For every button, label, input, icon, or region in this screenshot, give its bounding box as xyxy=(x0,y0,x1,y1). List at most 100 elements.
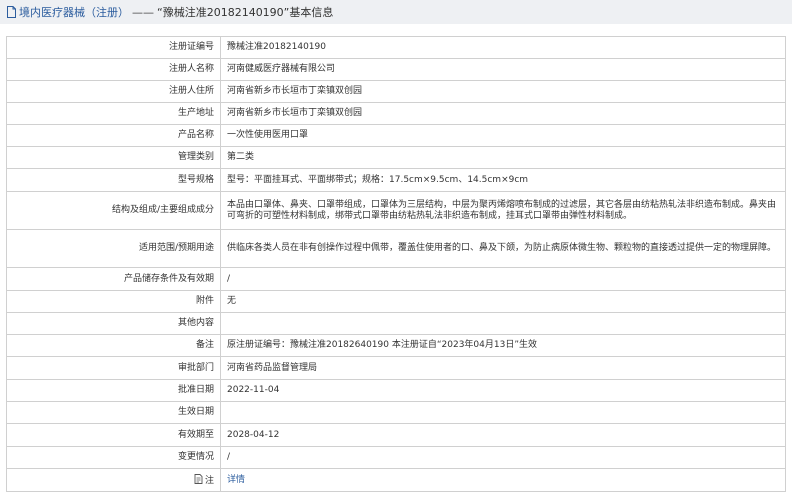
row-label: 附件 xyxy=(6,290,221,313)
row-value-text: 河南省新乡市长垣市丁栾镇双创园 xyxy=(227,86,363,96)
device-info-table: 注册证编号 豫械注准20182140190 注册人名称 河南健威医疗器械有限公司 注册人… xyxy=(6,36,786,492)
info-row-expiry-date: 有效期至 2028-04-12 xyxy=(6,423,786,447)
info-row-approval-date: 批准日期 2022-11-04 xyxy=(6,379,786,402)
row-value-text: 河南省药品监督管理局 xyxy=(227,362,318,373)
row-label: 备注 xyxy=(6,334,221,357)
info-row-storage-conditions: 产品储存条件及有效期 / xyxy=(6,267,786,291)
info-row-approval-dept: 审批部门 河南省药品监督管理局 xyxy=(6,356,786,380)
row-label: 适用范围/预期用途 xyxy=(6,229,221,268)
row-value-text: 豫械注准20182140190 xyxy=(227,42,326,52)
row-label-text: 产品储存条件及有效期 xyxy=(123,273,214,284)
row-value-text: 一次性使用医用口罩 xyxy=(227,130,309,140)
row-value-text: 2022-11-04 xyxy=(227,385,280,395)
row-value: 第二类 xyxy=(220,146,786,169)
info-row-other-content: 其他内容 xyxy=(6,312,786,335)
row-value: / xyxy=(220,446,786,469)
row-label: 产品名称 xyxy=(6,124,221,147)
row-value: 原注册证编号：豫械注准20182640190 本注册证自“2023年04月13日… xyxy=(220,334,786,357)
row-value: 河南省新乡市长垣市丁栾镇双创园 xyxy=(220,102,786,125)
row-label-text: 注 xyxy=(204,475,214,486)
row-value-text: 型号：平面挂耳式、平面绑带式；规格：17.5cm×9.5cm、14.5cm×9c… xyxy=(227,174,529,185)
row-value: 河南健威医疗器械有限公司 xyxy=(220,58,786,81)
info-row-change-status: 变更情况 / xyxy=(6,446,786,469)
document-icon xyxy=(6,6,17,18)
title-separator: —— xyxy=(132,5,154,19)
info-row-registrant-name: 注册人名称 河南健威医疗器械有限公司 xyxy=(6,58,786,81)
info-row-model-spec: 型号规格 型号：平面挂耳式、平面绑带式；规格：17.5cm×9.5cm、14.5c… xyxy=(6,168,786,192)
info-row-registrant-address: 注册人住所 河南省新乡市长垣市丁栾镇双创园 xyxy=(6,80,786,103)
info-row-reg-cert-number: 注册证编号 豫械注准20182140190 xyxy=(6,36,786,59)
info-row-structure-composition: 结构及组成/主要组成成分 本品由口罩体、鼻夹、口罩带组成，口罩体为三层结构，中层为… xyxy=(6,191,786,230)
row-label: 产品储存条件及有效期 xyxy=(6,267,221,291)
detail-link[interactable]: 详情 xyxy=(227,475,245,485)
row-label: 管理类别 xyxy=(6,146,221,169)
row-label: 批准日期 xyxy=(6,379,221,402)
row-value-text: 无 xyxy=(227,296,237,306)
row-label-text: 注册人名称 xyxy=(168,64,214,74)
row-label: 注册人住所 xyxy=(6,80,221,103)
info-row-management-class: 管理类别 第二类 xyxy=(6,146,786,169)
row-value: 豫械注准20182140190 xyxy=(220,36,786,59)
row-label-text: 生产地址 xyxy=(177,108,214,118)
row-value: / xyxy=(220,267,786,291)
row-value-text: / xyxy=(227,452,231,462)
row-label-text: 管理类别 xyxy=(177,152,214,162)
row-label: 结构及组成/主要组成成分 xyxy=(6,191,221,230)
row-value: 一次性使用医用口罩 xyxy=(220,124,786,147)
row-label-text: 注册证编号 xyxy=(168,42,214,52)
row-value: 详情 xyxy=(220,468,786,492)
row-label: 生产地址 xyxy=(6,102,221,125)
row-label-text: 产品名称 xyxy=(177,130,214,140)
row-value: 2028-04-12 xyxy=(220,423,786,447)
info-icon xyxy=(194,473,203,484)
row-value-text: 第二类 xyxy=(227,152,255,162)
row-value: 供临床各类人员在非有创操作过程中佩带，覆盖住使用者的口、鼻及下颌，为防止病原体微… xyxy=(220,229,786,268)
row-label-text: 型号规格 xyxy=(177,174,214,185)
row-label-text: 有效期至 xyxy=(177,429,214,440)
row-label-text: 备注 xyxy=(195,340,214,350)
row-label-text: 生效日期 xyxy=(177,407,214,417)
row-label-text: 批准日期 xyxy=(177,385,214,395)
row-label-text: 适用范围/预期用途 xyxy=(138,243,214,253)
row-label: 有效期至 xyxy=(6,423,221,447)
page-title: 境内医疗器械（注册） xyxy=(19,6,129,19)
row-label-text: 附件 xyxy=(195,296,214,306)
row-value: 河南省药品监督管理局 xyxy=(220,356,786,380)
row-value-text: / xyxy=(227,273,231,284)
row-value-text: 2028-04-12 xyxy=(227,429,280,440)
row-label-text: 变更情况 xyxy=(177,452,214,462)
row-label: 注 xyxy=(6,468,221,492)
row-value: 无 xyxy=(220,290,786,313)
info-row-remarks: 备注 原注册证编号：豫械注准20182640190 本注册证自“2023年04月1… xyxy=(6,334,786,357)
row-value xyxy=(220,401,786,424)
info-row-attachment: 附件 无 xyxy=(6,290,786,313)
info-row-product-name: 产品名称 一次性使用医用口罩 xyxy=(6,124,786,147)
row-label-text: 审批部门 xyxy=(177,362,214,373)
row-label: 审批部门 xyxy=(6,356,221,380)
row-value: 本品由口罩体、鼻夹、口罩带组成，口罩体为三层结构，中层为聚丙烯熔喷布制成的过滤层… xyxy=(220,191,786,230)
row-label: 注册人名称 xyxy=(6,58,221,81)
row-label-text: 注册人住所 xyxy=(168,86,214,96)
row-value: 河南省新乡市长垣市丁栾镇双创园 xyxy=(220,80,786,103)
row-label: 变更情况 xyxy=(6,446,221,469)
row-value-text: 供临床各类人员在非有创操作过程中佩带，覆盖住使用者的口、鼻及下颌，为防止病原体微… xyxy=(227,243,777,253)
row-value: 型号：平面挂耳式、平面绑带式；规格：17.5cm×9.5cm、14.5cm×9c… xyxy=(220,168,786,192)
row-value-text: 河南省新乡市长垣市丁栾镇双创园 xyxy=(227,108,363,118)
row-value: 2022-11-04 xyxy=(220,379,786,402)
info-row-intended-use: 适用范围/预期用途 供临床各类人员在非有创操作过程中佩带，覆盖住使用者的口、鼻及下… xyxy=(6,229,786,268)
info-row-notes: 注 详情 xyxy=(6,468,786,492)
row-value-text: 河南健威医疗器械有限公司 xyxy=(227,64,336,74)
row-label: 生效日期 xyxy=(6,401,221,424)
row-label: 其他内容 xyxy=(6,312,221,335)
page-subtitle: “豫械注准20182140190”基本信息 xyxy=(157,6,334,19)
row-label-text: 其他内容 xyxy=(177,318,214,328)
row-label: 注册证编号 xyxy=(6,36,221,59)
row-value-text: 本品由口罩体、鼻夹、口罩带组成，口罩体为三层结构，中层为聚丙烯熔喷布制成的过滤层… xyxy=(227,199,777,221)
row-label: 型号规格 xyxy=(6,168,221,192)
info-row-effective-date: 生效日期 xyxy=(6,401,786,424)
info-row-production-address: 生产地址 河南省新乡市长垣市丁栾镇双创园 xyxy=(6,102,786,125)
row-value xyxy=(220,312,786,335)
row-value-text: 原注册证编号：豫械注准20182640190 本注册证自“2023年04月13日… xyxy=(227,340,537,350)
title-bar: 境内医疗器械（注册） —— “豫械注准20182140190”基本信息 xyxy=(0,0,792,24)
row-label-text: 结构及组成/主要组成成分 xyxy=(111,205,214,215)
